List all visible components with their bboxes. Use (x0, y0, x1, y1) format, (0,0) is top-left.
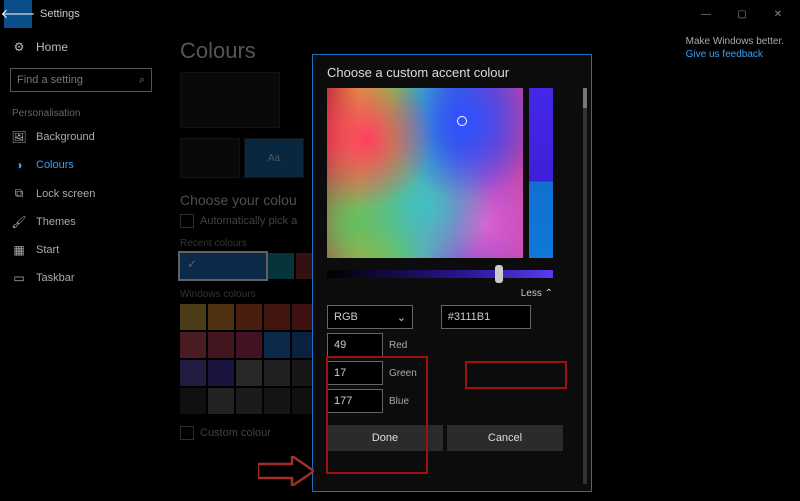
home-label: Home (36, 40, 68, 54)
less-toggle[interactable]: Less ⌃ (327, 288, 553, 299)
swatch[interactable] (236, 332, 262, 358)
checkbox-icon (180, 214, 194, 228)
sidebar-item-themes[interactable]: 🖌Themes (0, 208, 162, 236)
search-icon: ⌕ (139, 74, 145, 87)
cancel-button[interactable]: Cancel (447, 425, 563, 451)
sidebar-item-background[interactable]: 🖼Background (0, 123, 162, 151)
green-input[interactable] (327, 361, 383, 385)
back-button[interactable]: 🡐 (4, 0, 32, 28)
swatch[interactable] (236, 304, 262, 330)
checkbox-icon (180, 426, 194, 440)
lock-icon: ⧉ (12, 186, 26, 201)
swatch[interactable] (208, 360, 234, 386)
sidebar-item-colours[interactable]: ◑Colours (0, 151, 162, 179)
swatch[interactable] (180, 360, 206, 386)
feedback-link[interactable]: Give us feedback (686, 49, 784, 60)
category-label: Personalisation (0, 100, 162, 123)
red-input[interactable] (327, 333, 383, 357)
close-button[interactable]: ✕ (760, 1, 796, 27)
sidebar: ⚙ Home Find a setting ⌕ Personalisation … (0, 28, 162, 501)
feedback-panel: Make Windows better. Give us feedback (686, 36, 784, 60)
dialog-title: Choose a custom accent colour (327, 65, 587, 80)
hex-input[interactable] (441, 305, 531, 329)
search-placeholder: Find a setting (17, 74, 83, 86)
swatch[interactable] (264, 332, 290, 358)
swatch[interactable] (180, 304, 206, 330)
search-input[interactable]: Find a setting ⌕ (10, 68, 152, 92)
home-link[interactable]: ⚙ Home (0, 34, 162, 60)
taskbar-icon: ▭ (12, 271, 26, 285)
swatch[interactable] (180, 253, 266, 279)
gear-icon: ⚙ (12, 40, 26, 54)
green-label: Green (389, 368, 417, 379)
colour-area[interactable] (327, 88, 523, 258)
annotation-arrow-icon (258, 456, 314, 486)
done-button[interactable]: Done (327, 425, 443, 451)
swatch[interactable] (264, 360, 290, 386)
sidebar-item-taskbar[interactable]: ▭Taskbar (0, 264, 162, 292)
swatch[interactable] (208, 388, 234, 414)
chevron-up-icon: ⌃ (545, 288, 553, 299)
scroll-thumb[interactable] (583, 88, 587, 108)
colour-cursor-icon[interactable] (457, 116, 467, 126)
swatch[interactable] (236, 360, 262, 386)
preview-thumb[interactable] (180, 138, 240, 178)
swatch[interactable] (264, 388, 290, 414)
maximize-button[interactable]: ▢ (724, 1, 760, 27)
sidebar-item-start[interactable]: ▦Start (0, 236, 162, 264)
start-icon: ▦ (12, 243, 26, 257)
sidebar-item-lockscreen[interactable]: ⧉Lock screen (0, 179, 162, 208)
titlebar: 🡐 Settings — ▢ ✕ (0, 0, 800, 28)
value-slider[interactable] (327, 270, 553, 278)
swatch[interactable] (264, 304, 290, 330)
preview-desktop (180, 72, 280, 128)
blue-input[interactable] (327, 389, 383, 413)
swatch[interactable] (180, 332, 206, 358)
app-title: Settings (40, 8, 80, 20)
picture-icon: 🖼 (12, 130, 26, 144)
preview-thumb-aa[interactable]: Aa (244, 138, 304, 178)
blue-label: Blue (389, 396, 409, 407)
swatch[interactable] (268, 253, 294, 279)
colour-picker-dialog: Choose a custom accent colour Less ⌃ RGB… (312, 54, 592, 492)
colour-preview-strip (529, 88, 553, 258)
swatch[interactable] (208, 304, 234, 330)
swatch[interactable] (208, 332, 234, 358)
chevron-down-icon: ⌄ (397, 311, 406, 324)
feedback-text: Make Windows better. (686, 36, 784, 47)
minimize-button[interactable]: — (688, 1, 724, 27)
red-label: Red (389, 340, 407, 351)
colour-mode-select[interactable]: RGB⌄ (327, 305, 413, 329)
theme-icon: 🖌 (12, 215, 26, 229)
palette-icon: ◑ (12, 158, 26, 172)
swatch[interactable] (236, 388, 262, 414)
swatch[interactable] (180, 388, 206, 414)
scrollbar[interactable] (583, 88, 587, 484)
slider-thumb[interactable] (495, 265, 503, 283)
